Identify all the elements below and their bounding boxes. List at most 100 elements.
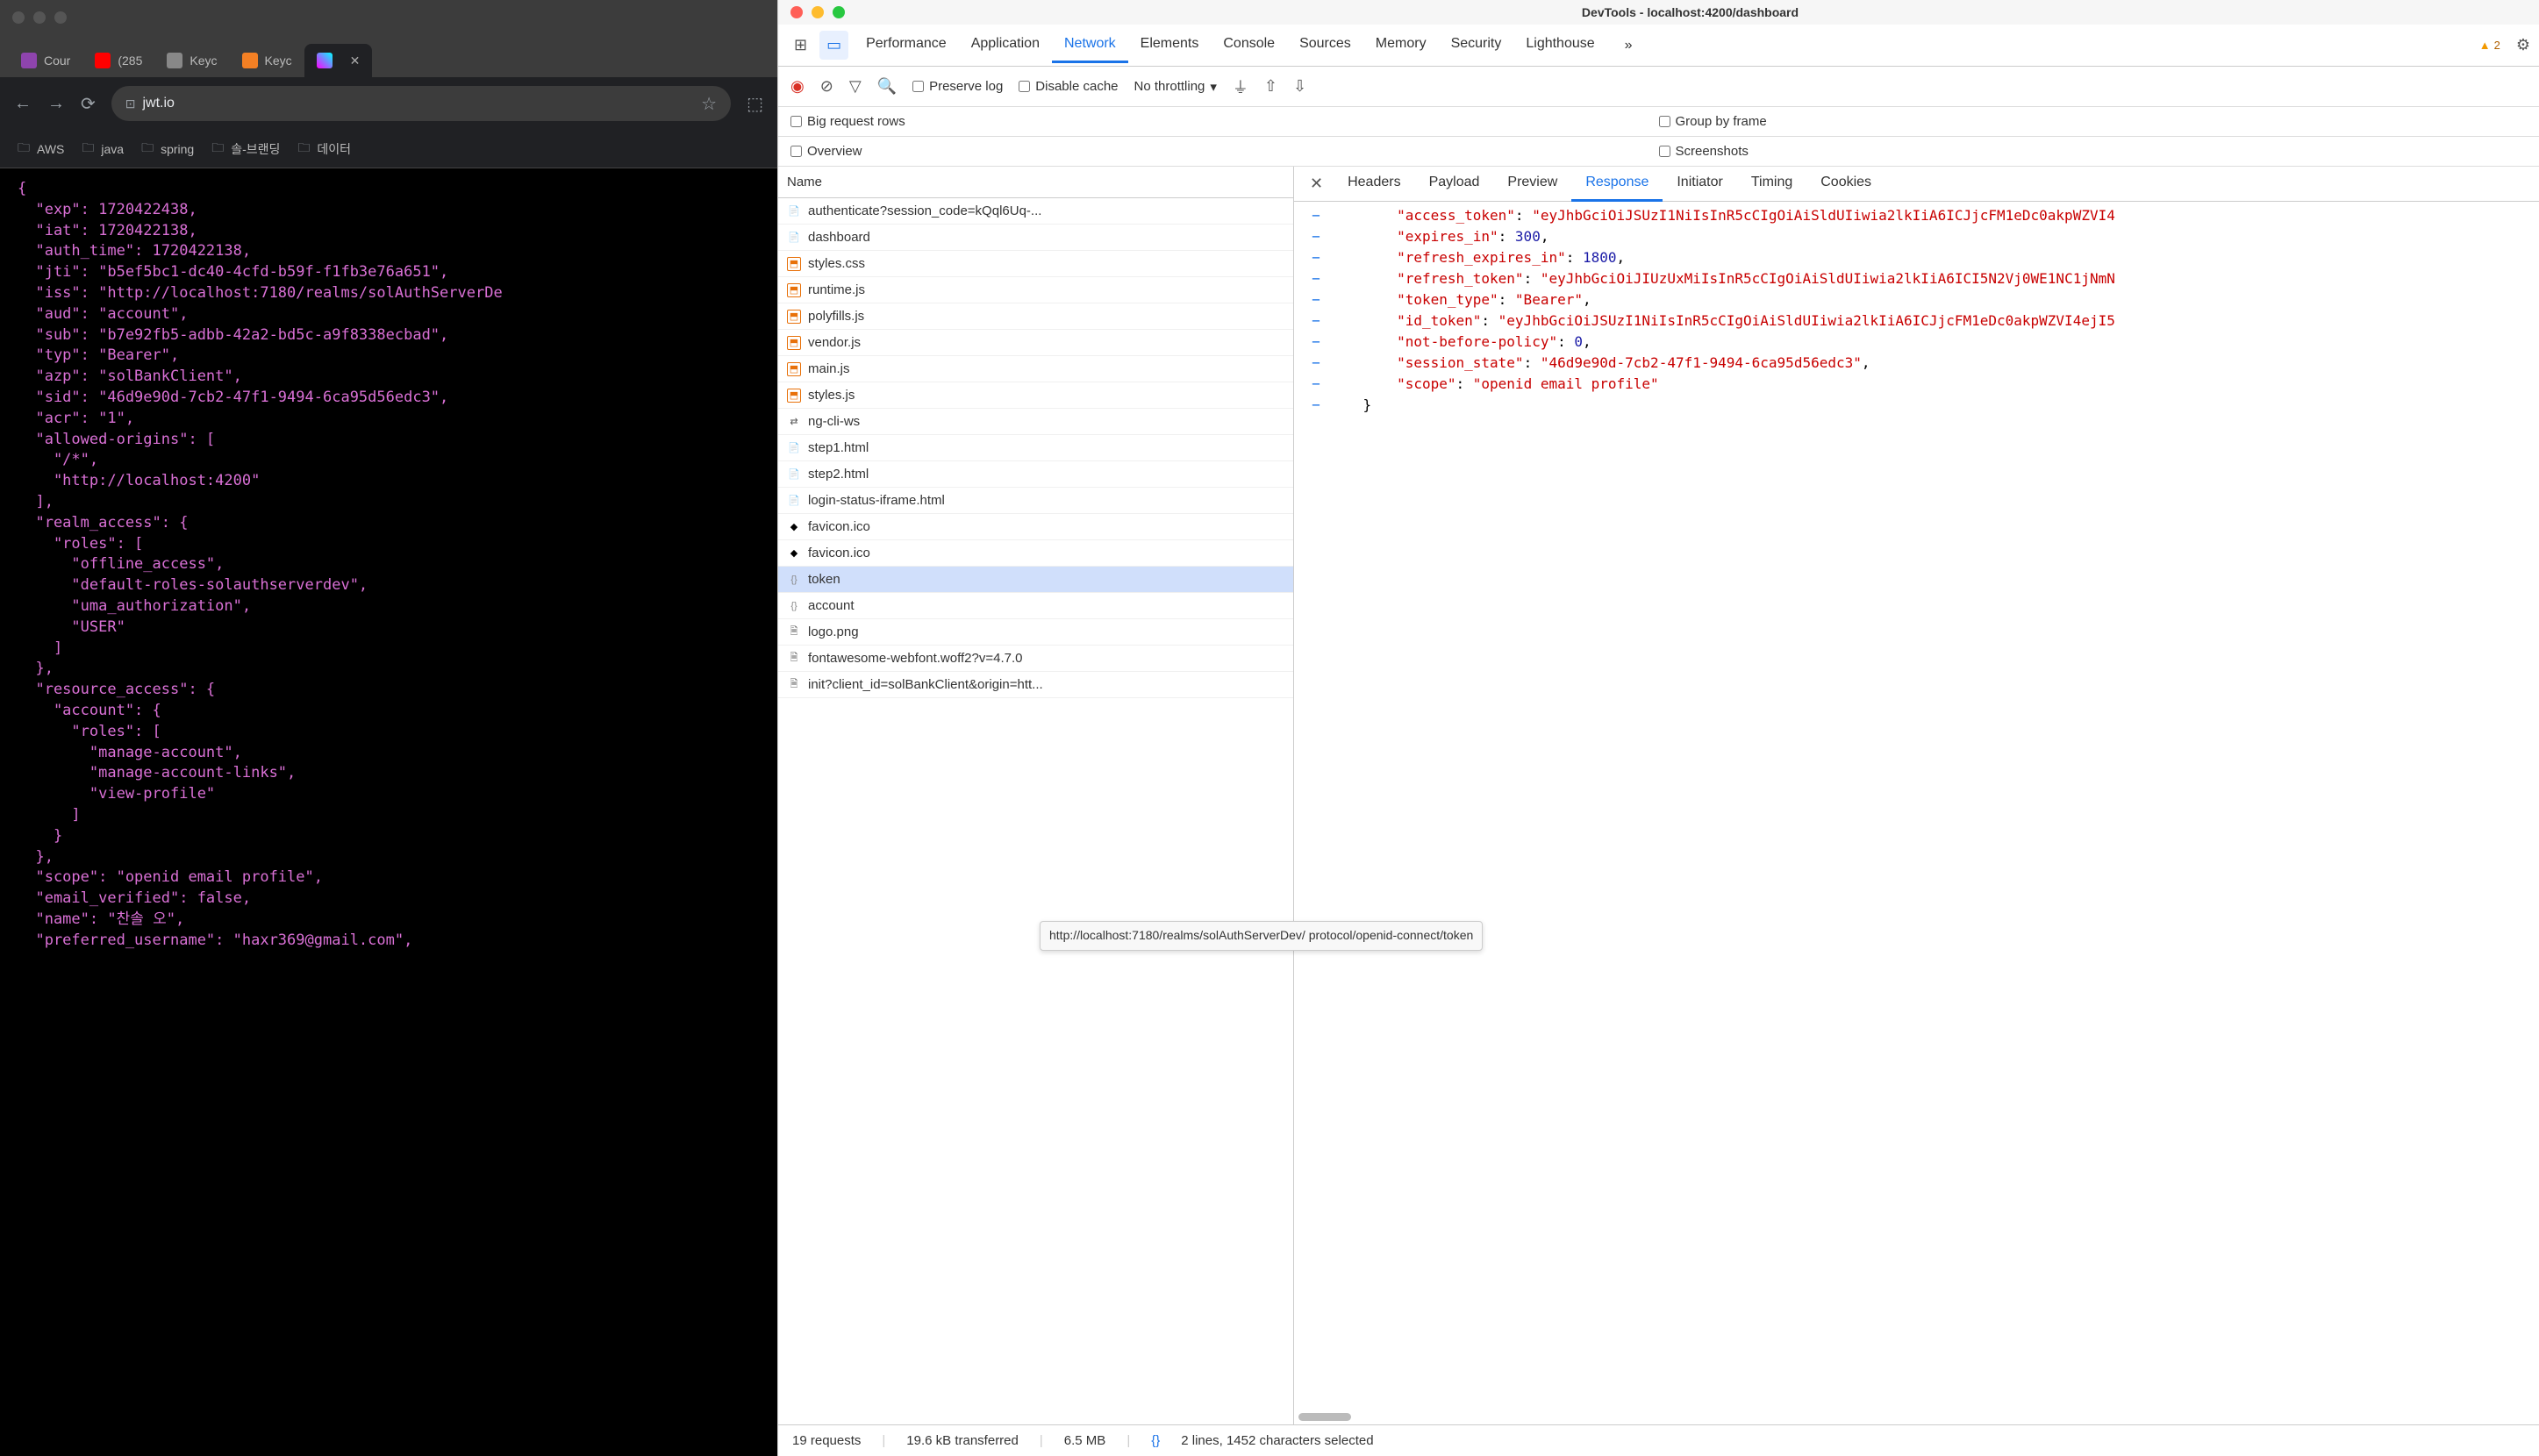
request-name: favicon.ico xyxy=(808,519,870,534)
request-row[interactable]: ⬒styles.js xyxy=(778,382,1293,409)
panel-tab-elements[interactable]: Elements xyxy=(1128,27,1212,63)
request-row[interactable]: 📄login-status-iframe.html xyxy=(778,488,1293,514)
request-row[interactable]: {}account xyxy=(778,593,1293,619)
traffic-lights[interactable] xyxy=(12,11,67,24)
file-file-icon: 🗎 xyxy=(787,625,801,639)
preserve-log-checkbox[interactable]: Preserve log xyxy=(912,79,1003,94)
filter-icon[interactable]: ▽ xyxy=(849,77,862,96)
devtools-panel-tabs: ⊞ ▭ PerformanceApplicationNetworkElement… xyxy=(778,25,2539,67)
horizontal-scrollbar[interactable] xyxy=(1298,1413,1351,1421)
request-row[interactable]: 🗎fontawesome-webfont.woff2?v=4.7.0 xyxy=(778,646,1293,672)
traffic-lights[interactable] xyxy=(790,6,845,18)
panel-tab-lighthouse[interactable]: Lighthouse xyxy=(1513,27,1606,63)
tab-favicon xyxy=(95,53,111,68)
group-frame-checkbox[interactable]: Group by frame xyxy=(1659,114,1767,129)
search-icon[interactable]: 🔍 xyxy=(877,77,897,96)
bookmark-item[interactable]: 🗀데이터 xyxy=(297,139,351,160)
clear-button[interactable]: ⊘ xyxy=(820,77,833,96)
devtools-title: DevTools - localhost:4200/dashboard xyxy=(854,5,2527,19)
panel-tab-network[interactable]: Network xyxy=(1052,27,1128,63)
detail-tab-preview[interactable]: Preview xyxy=(1493,167,1571,202)
folder-icon: 🗀 xyxy=(297,139,310,160)
forward-button[interactable]: → xyxy=(47,94,65,114)
download-icon[interactable]: ⇩ xyxy=(1293,77,1306,96)
browser-tab[interactable]: Cour xyxy=(9,44,82,77)
response-body[interactable]: − "access_token": "eyJhbGciOiJSUzI1NiIsI… xyxy=(1294,202,2539,1424)
browser-tab[interactable]: Keyc xyxy=(230,44,304,77)
doc-file-icon: 📄 xyxy=(787,441,801,455)
bookmark-item[interactable]: 🗀솔-브랜딩 xyxy=(211,139,280,160)
request-row[interactable]: ⬒polyfills.js xyxy=(778,303,1293,330)
request-row[interactable]: ⇄ng-cli-ws xyxy=(778,409,1293,435)
panel-tab-application[interactable]: Application xyxy=(959,27,1052,63)
inspect-icon[interactable]: ⊞ xyxy=(787,31,814,60)
settings-icon[interactable]: ⚙ xyxy=(2516,36,2530,54)
panel-tab-memory[interactable]: Memory xyxy=(1363,27,1439,63)
request-row[interactable]: {}token xyxy=(778,567,1293,593)
detail-tab-cookies[interactable]: Cookies xyxy=(1806,167,1885,202)
status-selection: 2 lines, 1452 characters selected xyxy=(1181,1433,1373,1448)
request-list[interactable]: 📄authenticate?session_code=kQql6Uq-...📄d… xyxy=(778,198,1293,1424)
request-name: favicon.ico xyxy=(808,546,870,560)
browser-tab[interactable]: ✕ xyxy=(304,44,373,77)
detail-tab-payload[interactable]: Payload xyxy=(1415,167,1494,202)
extensions-icon[interactable]: ⬚ xyxy=(747,93,763,115)
folder-icon: 🗀 xyxy=(211,139,224,160)
panel-tab-console[interactable]: Console xyxy=(1211,27,1287,63)
bookmark-star-icon[interactable]: ☆ xyxy=(701,93,717,115)
disable-cache-checkbox[interactable]: Disable cache xyxy=(1019,79,1118,94)
reload-button[interactable]: ⟳ xyxy=(81,93,96,115)
url-bar[interactable]: ⊡ jwt.io ☆ xyxy=(111,86,731,121)
devtools-window: DevTools - localhost:4200/dashboard ⊞ ▭ … xyxy=(777,0,2539,1456)
file-file-icon: 🗎 xyxy=(787,678,801,692)
panel-tab-sources[interactable]: Sources xyxy=(1287,27,1363,63)
wifi-icon[interactable]: ⏚ xyxy=(1233,75,1248,98)
request-row[interactable]: ⬒vendor.js xyxy=(778,330,1293,356)
request-name: runtime.js xyxy=(808,282,865,297)
detail-tab-timing[interactable]: Timing xyxy=(1737,167,1806,202)
request-list-header[interactable]: Name xyxy=(778,167,1293,198)
throttling-dropdown[interactable]: No throttling ▾ xyxy=(1134,79,1217,95)
panel-tab-security[interactable]: Security xyxy=(1439,27,1514,63)
tab-label: (285 xyxy=(118,54,142,68)
site-info-icon[interactable]: ⊡ xyxy=(125,96,136,111)
request-name: styles.js xyxy=(808,388,855,403)
request-row[interactable]: ⬒main.js xyxy=(778,356,1293,382)
request-row[interactable]: 📄authenticate?session_code=kQql6Uq-... xyxy=(778,198,1293,225)
back-button[interactable]: ← xyxy=(14,94,32,114)
detail-tab-initiator[interactable]: Initiator xyxy=(1663,167,1736,202)
detail-tab-headers[interactable]: Headers xyxy=(1334,167,1414,202)
js-file-icon: ⬒ xyxy=(787,283,801,297)
screenshots-checkbox[interactable]: Screenshots xyxy=(1659,144,1749,159)
request-row[interactable]: ⬒ runtime.js xyxy=(778,277,1293,303)
more-panels[interactable]: » xyxy=(1613,29,1645,62)
bookmark-item[interactable]: 🗀AWS xyxy=(18,139,64,160)
detail-tab-response[interactable]: Response xyxy=(1571,167,1663,202)
request-row[interactable]: 🗎 init?client_id=solBankClient&origin=htt… xyxy=(778,672,1293,698)
browser-tab[interactable]: (285 xyxy=(82,44,154,77)
overview-checkbox[interactable]: Overview xyxy=(790,144,862,159)
browser-tab[interactable]: Keyc xyxy=(154,44,229,77)
panel-tab-performance[interactable]: Performance xyxy=(854,27,959,63)
tab-close-icon[interactable]: ✕ xyxy=(350,54,361,68)
close-details-button[interactable]: ✕ xyxy=(1301,169,1332,198)
device-icon[interactable]: ▭ xyxy=(819,31,848,60)
request-row[interactable]: ⬒styles.css xyxy=(778,251,1293,277)
bookmark-item[interactable]: 🗀java xyxy=(82,139,124,160)
bookmark-item[interactable]: 🗀spring xyxy=(141,139,194,160)
network-main: Name 📄authenticate?session_code=kQql6Uq-… xyxy=(778,167,2539,1424)
big-rows-checkbox[interactable]: Big request rows xyxy=(790,114,905,129)
request-row[interactable]: ◆favicon.ico xyxy=(778,540,1293,567)
record-button[interactable]: ◉ xyxy=(790,77,805,96)
status-size: 6.5 MB xyxy=(1064,1433,1106,1448)
request-row[interactable]: 📄step2.html xyxy=(778,461,1293,488)
request-row[interactable]: ◆favicon.ico xyxy=(778,514,1293,540)
request-name: account xyxy=(808,598,855,613)
folder-icon: 🗀 xyxy=(141,139,154,160)
request-row[interactable]: 📄dashboard xyxy=(778,225,1293,251)
warnings-badge[interactable]: ▲ 2 xyxy=(2479,39,2500,52)
request-name: init?client_id=solBankClient&origin=htt.… xyxy=(808,677,1043,692)
upload-icon[interactable]: ⇧ xyxy=(1264,77,1277,96)
request-row[interactable]: 🗎logo.png xyxy=(778,619,1293,646)
request-row[interactable]: 📄step1.html xyxy=(778,435,1293,461)
